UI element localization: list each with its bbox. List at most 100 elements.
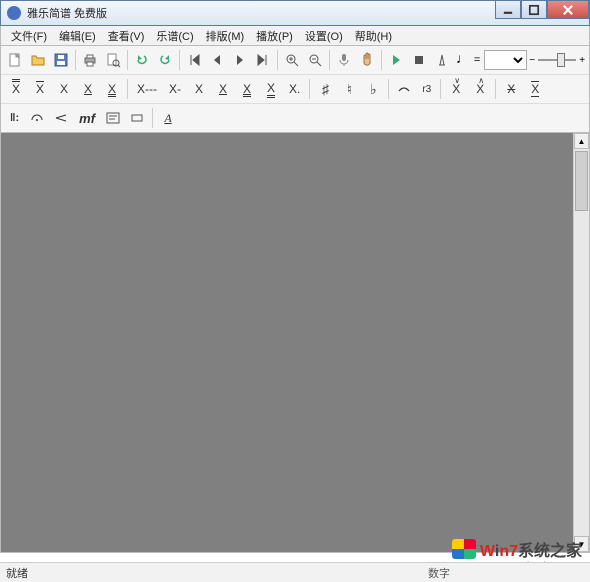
- speed-slider[interactable]: − +: [529, 52, 585, 68]
- undo-icon: [134, 52, 150, 68]
- print-preview-button[interactable]: [102, 49, 123, 71]
- menu-help[interactable]: 帮助(H): [349, 26, 398, 46]
- natural-button[interactable]: ♮: [338, 78, 360, 100]
- duration-eighth-button[interactable]: X: [260, 78, 282, 100]
- note-eighth-button[interactable]: X: [77, 78, 99, 100]
- separator: [329, 50, 330, 70]
- repeat-start-button[interactable]: ‖:: [5, 107, 24, 129]
- duration-half-button[interactable]: X: [212, 78, 234, 100]
- fermata-icon: [29, 110, 45, 126]
- scroll-thumb[interactable]: [575, 151, 588, 211]
- separator: [495, 79, 496, 99]
- new-file-button[interactable]: [5, 49, 26, 71]
- crescendo-button[interactable]: [50, 107, 72, 129]
- note-whole-button[interactable]: X: [5, 78, 27, 100]
- minimize-icon: [501, 3, 515, 17]
- note-half-button[interactable]: X: [29, 78, 51, 100]
- last-button[interactable]: [252, 49, 273, 71]
- menu-view[interactable]: 查看(V): [102, 26, 151, 46]
- accent2-button[interactable]: X∧: [469, 78, 491, 100]
- document-canvas[interactable]: ▲ ▼: [0, 133, 590, 553]
- duration-1-button[interactable]: X: [188, 78, 210, 100]
- play-icon: [388, 52, 404, 68]
- dotted-button[interactable]: X.: [284, 78, 305, 100]
- status-right: 数字: [428, 565, 450, 581]
- toolbar-row-2: X X X X X X--- X- X X X X X. ♯ ♮ ♭ r3 X∨…: [1, 75, 589, 104]
- lyrics-button[interactable]: [102, 107, 124, 129]
- crescendo-icon: [53, 110, 69, 126]
- text-a-button[interactable]: A: [157, 107, 179, 129]
- first-button[interactable]: [184, 49, 205, 71]
- play-button[interactable]: [386, 49, 407, 71]
- note-sixteenth-button[interactable]: X: [101, 78, 123, 100]
- duration-2-button[interactable]: X-: [164, 78, 186, 100]
- text-box-icon: [105, 110, 121, 126]
- preview-icon: [105, 52, 121, 68]
- scroll-down-button[interactable]: ▼: [574, 536, 589, 552]
- minimize-button[interactable]: [495, 1, 521, 19]
- dynamic-mf-button[interactable]: mf: [74, 107, 100, 129]
- open-file-button[interactable]: [28, 49, 49, 71]
- close-icon: [561, 3, 575, 17]
- separator: [309, 79, 310, 99]
- ornament1-button[interactable]: X: [500, 78, 522, 100]
- vertical-scrollbar[interactable]: ▲ ▼: [573, 133, 589, 552]
- next-button[interactable]: [229, 49, 250, 71]
- toolbar-row-3: ‖: mf A: [1, 104, 589, 132]
- tempo-select[interactable]: [484, 50, 527, 70]
- flat-button[interactable]: ♭: [362, 78, 384, 100]
- zoom-out-icon: [307, 52, 323, 68]
- accent1-button[interactable]: X∨: [445, 78, 467, 100]
- next-icon: [232, 52, 248, 68]
- menu-play[interactable]: 播放(P): [250, 26, 299, 46]
- separator: [388, 79, 389, 99]
- window-title: 雅乐简谱 免费版: [27, 5, 107, 21]
- menu-file[interactable]: 文件(F): [5, 26, 53, 46]
- plus-icon: +: [579, 55, 585, 66]
- close-button[interactable]: [547, 1, 589, 19]
- triplet-button[interactable]: r3: [417, 78, 436, 100]
- redo-icon: [157, 52, 173, 68]
- last-icon: [254, 52, 270, 68]
- duration-4-button[interactable]: X---: [132, 78, 162, 100]
- scroll-up-button[interactable]: ▲: [574, 133, 589, 149]
- separator: [127, 50, 128, 70]
- menu-layout[interactable]: 排版(M): [200, 26, 251, 46]
- save-icon: [53, 52, 69, 68]
- prev-button[interactable]: [207, 49, 228, 71]
- app-icon: [7, 6, 21, 20]
- window-controls: [495, 1, 589, 19]
- hand-button[interactable]: [356, 49, 377, 71]
- redo-button[interactable]: [155, 49, 176, 71]
- zoom-out-button[interactable]: [304, 49, 325, 71]
- separator: [440, 79, 441, 99]
- separator: [179, 50, 180, 70]
- tempo-note-label: ♩: [456, 52, 470, 68]
- menu-edit[interactable]: 编辑(E): [53, 26, 102, 46]
- metronome-button[interactable]: [431, 49, 452, 71]
- zoom-in-button[interactable]: [282, 49, 303, 71]
- window-titlebar: 雅乐简谱 免费版: [0, 0, 590, 26]
- maximize-icon: [527, 3, 541, 17]
- save-button[interactable]: [50, 49, 71, 71]
- box-button[interactable]: [126, 107, 148, 129]
- tie-icon: [396, 81, 412, 97]
- print-button[interactable]: [80, 49, 101, 71]
- microphone-icon: [336, 52, 352, 68]
- note-quarter-button[interactable]: X: [53, 78, 75, 100]
- voice-button[interactable]: [334, 49, 355, 71]
- fermata-button[interactable]: [26, 107, 48, 129]
- statusbar: 就绪 数字: [0, 562, 590, 582]
- toolbars: ♩ = − + X X X X X X--- X- X X X X X. ♯ ♮…: [0, 46, 590, 133]
- maximize-button[interactable]: [521, 1, 547, 19]
- duration-quarter-button[interactable]: X: [236, 78, 258, 100]
- menu-settings[interactable]: 设置(O): [299, 26, 349, 46]
- stop-icon: [411, 52, 427, 68]
- undo-button[interactable]: [132, 49, 153, 71]
- sharp-button[interactable]: ♯: [314, 78, 336, 100]
- ornament2-button[interactable]: X: [524, 78, 546, 100]
- slider-thumb[interactable]: [557, 53, 565, 67]
- stop-button[interactable]: [409, 49, 430, 71]
- menu-score[interactable]: 乐谱(C): [150, 26, 199, 46]
- tie-button[interactable]: [393, 78, 415, 100]
